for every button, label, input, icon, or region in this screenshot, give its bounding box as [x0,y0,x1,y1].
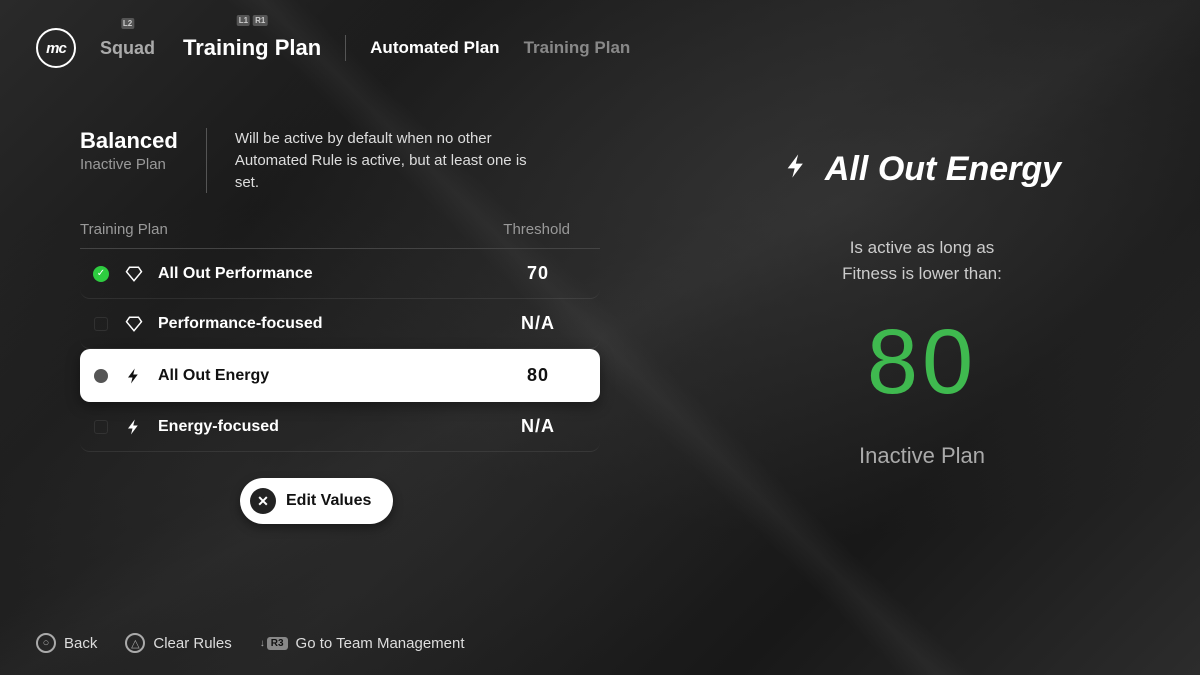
triangle-button-icon: △ [125,633,145,653]
nav-squad[interactable]: L2 Squad [100,38,155,59]
footer-back-label: Back [64,635,97,652]
r1-badge-icon: R1 [253,15,267,26]
row-label: All Out Energy [158,367,474,385]
footer-back[interactable]: ○ Back [36,633,97,653]
detail-title: All Out Energy [825,150,1061,189]
plan-description: Will be active by default when no other … [235,128,545,193]
row-label: Energy-focused [158,418,474,436]
empty-checkbox-icon [94,317,108,331]
plan-row-energy-focused[interactable]: Energy-focused N/A [80,402,600,452]
nav-training-plan[interactable]: L1R1 Training Plan [183,35,321,61]
row-label: All Out Performance [158,265,474,283]
tab-automated-plan[interactable]: Automated Plan [370,38,499,58]
nav-training-plan-label: Training Plan [183,35,321,60]
plan-row-performance-focused[interactable]: Performance-focused N/A [80,299,600,349]
down-arrow-icon: ↓ [260,638,265,649]
edit-values-button[interactable]: ✕ Edit Values [240,478,393,524]
column-header-plan: Training Plan [80,221,168,238]
row-threshold: N/A [488,313,588,334]
bolt-icon [124,366,144,386]
footer-clear-rules[interactable]: △ Clear Rules [125,633,231,653]
selected-dot-icon [94,369,108,383]
plan-row-all-out-energy[interactable]: All Out Energy 80 [80,349,600,402]
nav-divider [345,35,346,61]
plan-subtitle: Inactive Plan [80,156,178,173]
bolt-icon [124,417,144,437]
circle-button-icon: ○ [36,633,56,653]
plan-title: Balanced [80,128,178,154]
row-threshold: 80 [488,365,588,386]
l2-badge-icon: L2 [121,18,134,29]
detail-condition-line1: Is active as long as [680,235,1164,261]
empty-checkbox-icon [94,420,108,434]
edit-values-label: Edit Values [286,492,371,510]
plan-row-all-out-performance[interactable]: ✓ All Out Performance 70 [80,249,600,299]
cross-button-icon: ✕ [250,488,276,514]
detail-threshold-value: 80 [680,310,1164,415]
check-icon: ✓ [93,266,109,282]
row-threshold: 70 [488,263,588,284]
detail-status: Inactive Plan [680,443,1164,469]
detail-condition-line2: Fitness is lower than: [680,261,1164,287]
r3-button-icon: R3 [267,637,288,650]
row-threshold: N/A [488,416,588,437]
diamond-icon [124,314,144,334]
footer-team-mgmt-label: Go to Team Management [296,635,465,652]
column-header-threshold: Threshold [503,221,570,238]
footer-team-management[interactable]: ↓ R3 Go to Team Management [260,635,465,652]
nav-squad-label: Squad [100,38,155,58]
diamond-icon [124,264,144,284]
bolt-icon [783,150,811,189]
tab-training-plan[interactable]: Training Plan [524,38,631,58]
row-label: Performance-focused [158,315,474,333]
footer-clear-label: Clear Rules [153,635,231,652]
l1-badge-icon: L1 [237,15,250,26]
mc-logo: mc [36,28,76,68]
